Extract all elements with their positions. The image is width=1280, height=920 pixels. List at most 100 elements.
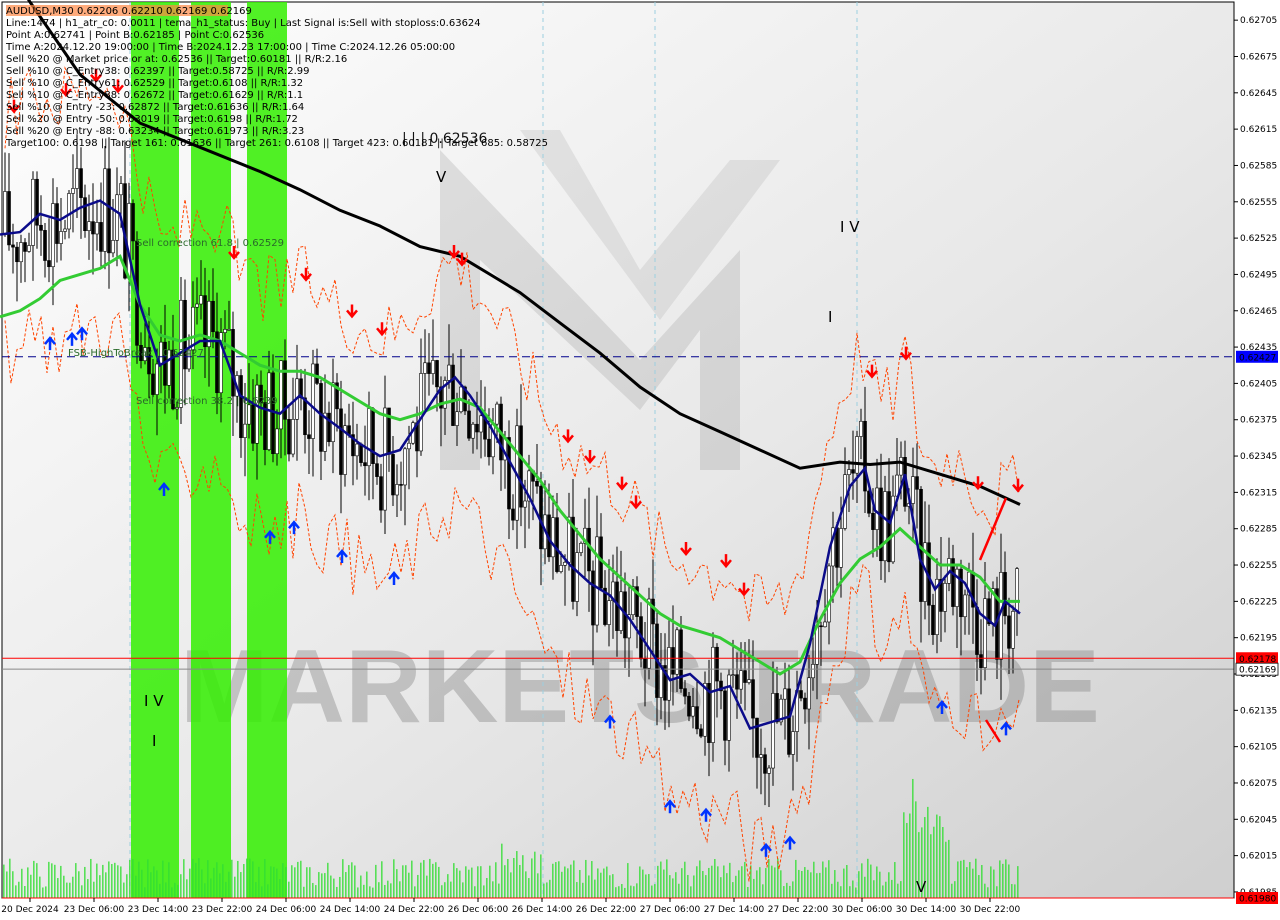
volume-bar bbox=[546, 882, 548, 898]
volume-bar bbox=[990, 866, 992, 898]
candle-body bbox=[519, 425, 523, 508]
candle-body bbox=[915, 476, 919, 490]
candle-body bbox=[363, 462, 367, 467]
volume-bar bbox=[723, 865, 725, 898]
volume-bar bbox=[981, 865, 983, 898]
candle-body bbox=[1003, 572, 1007, 617]
volume-bar bbox=[129, 859, 131, 898]
volume-bar bbox=[414, 886, 416, 898]
volume-bar bbox=[360, 875, 362, 898]
volume-bar bbox=[987, 887, 989, 898]
volume-bar bbox=[873, 880, 875, 898]
volume-bar bbox=[579, 870, 581, 898]
volume-bar bbox=[384, 884, 386, 898]
volume-bar bbox=[765, 868, 767, 898]
candle-body bbox=[651, 598, 655, 625]
volume-bar bbox=[684, 861, 686, 898]
volume-bar bbox=[576, 882, 578, 898]
volume-bar bbox=[756, 870, 758, 898]
candle-body bbox=[371, 408, 375, 464]
volume-bar bbox=[354, 865, 356, 898]
price-tick-label: 0.62015 bbox=[1240, 852, 1277, 862]
volume-bar bbox=[570, 864, 572, 898]
volume-bar bbox=[456, 868, 458, 898]
volume-bar bbox=[798, 869, 800, 898]
volume-bar bbox=[606, 866, 608, 898]
candle-body bbox=[899, 457, 903, 476]
volume-bar bbox=[966, 867, 968, 898]
candle-body bbox=[39, 224, 43, 231]
volume-bar bbox=[6, 871, 8, 898]
volume-bar bbox=[153, 866, 155, 898]
volume-bar bbox=[774, 867, 776, 898]
candle-body bbox=[127, 203, 131, 279]
volume-bar bbox=[651, 885, 653, 898]
time-tick-label: 24 Dec 22:00 bbox=[384, 905, 445, 915]
candle-body bbox=[67, 193, 71, 230]
volume-bar bbox=[891, 879, 893, 898]
volume-bar bbox=[333, 878, 335, 898]
candle-body bbox=[675, 629, 679, 675]
candle-body bbox=[175, 407, 179, 410]
volume-bar bbox=[834, 870, 836, 898]
volume-bar bbox=[780, 870, 782, 898]
volume-bar bbox=[753, 878, 755, 898]
volume-bar bbox=[882, 885, 884, 898]
volume-bar bbox=[279, 878, 281, 898]
volume-bar bbox=[192, 858, 194, 898]
volume-bar bbox=[144, 887, 146, 898]
candle-body bbox=[391, 454, 395, 496]
candle-body bbox=[107, 168, 111, 254]
candle-body bbox=[59, 231, 63, 244]
price-chart[interactable]: MARKETS TRADE Sell correction 61.8 | 0.6… bbox=[0, 0, 1280, 920]
volume-bar bbox=[951, 883, 953, 898]
volume-bar bbox=[501, 843, 503, 898]
candle-body bbox=[339, 408, 343, 475]
candle-body bbox=[715, 646, 719, 682]
volume-bar bbox=[1005, 859, 1007, 898]
candle-body bbox=[103, 168, 107, 252]
volume-bar bbox=[912, 778, 914, 898]
time-tick-label: 27 Dec 06:00 bbox=[640, 905, 701, 915]
volume-bar bbox=[408, 872, 410, 898]
info-line: Sell %10 @ C_Entry88: 0.62672 || Target:… bbox=[6, 90, 303, 101]
volume-bar bbox=[480, 866, 482, 898]
volume-bar bbox=[381, 861, 383, 898]
candle-body bbox=[303, 397, 307, 436]
volume-bar bbox=[972, 868, 974, 898]
volume-bar bbox=[558, 861, 560, 898]
candle-body bbox=[943, 583, 947, 612]
volume-bar bbox=[732, 882, 734, 898]
volume-bar bbox=[186, 879, 188, 898]
volume-bar bbox=[720, 877, 722, 898]
candle-body bbox=[887, 491, 891, 563]
volume-bar bbox=[792, 881, 794, 898]
volume-bar bbox=[744, 861, 746, 898]
volume-bar bbox=[249, 858, 251, 898]
candle-body bbox=[695, 706, 699, 730]
volume-bar bbox=[87, 879, 89, 898]
candle-body bbox=[799, 690, 803, 699]
volume-bar bbox=[591, 861, 593, 898]
candle-body bbox=[763, 754, 767, 774]
info-line: Target100: 0.6198 || Target 161: 0.61636… bbox=[5, 138, 548, 149]
candle-body bbox=[71, 188, 75, 194]
volume-bar bbox=[447, 874, 449, 898]
candle-body bbox=[963, 594, 967, 618]
info-line: Point A:0.62741 | Point B:0.62185 | Poin… bbox=[6, 30, 264, 41]
volume-bar bbox=[159, 883, 161, 898]
candle-body bbox=[787, 688, 791, 755]
time-tick-label: 26 Dec 22:00 bbox=[576, 905, 637, 915]
volume-bar bbox=[108, 861, 110, 898]
volume-bar bbox=[405, 865, 407, 898]
volume-bar bbox=[930, 834, 932, 898]
candle-body bbox=[99, 222, 103, 252]
price-tick-label: 0.62045 bbox=[1240, 815, 1277, 825]
volume-bar bbox=[531, 858, 533, 898]
volume-bar bbox=[510, 872, 512, 898]
candle-body bbox=[223, 329, 227, 333]
volume-bar bbox=[669, 875, 671, 898]
volume-bar bbox=[261, 886, 263, 898]
time-tick-label: 27 Dec 22:00 bbox=[768, 905, 829, 915]
candle-body bbox=[687, 695, 691, 717]
